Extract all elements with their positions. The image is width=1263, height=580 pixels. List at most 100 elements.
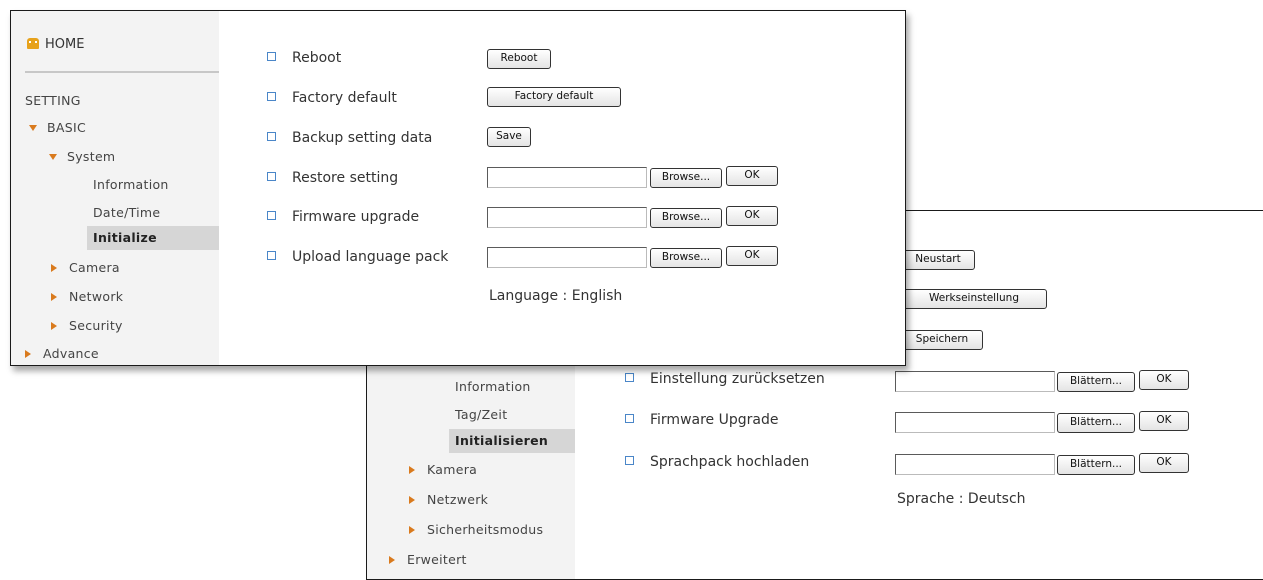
sidebar-item-label: Camera [69,260,120,275]
sidebar-item-date-time[interactable]: Tag/Zeit [455,407,507,422]
expand-arrow-icon [389,556,395,564]
expand-arrow-icon [51,293,57,301]
row-label-text: Restore setting [292,170,399,186]
firmware-browse-button[interactable]: Blättern... [1057,413,1135,433]
bullet-icon [267,52,276,61]
collapse-arrow-icon [29,125,37,131]
bullet-icon [625,414,634,423]
reboot-button[interactable]: Reboot [487,49,551,69]
row-label-text: Factory default [292,90,397,106]
sidebar-item-label: Advance [43,346,99,361]
sidebar-item-information[interactable]: Information [455,379,531,394]
english-settings-panel: HOME SETTING BASIC System Information Da… [10,10,906,366]
sidebar-section-setting: SETTING [25,93,81,108]
collapse-arrow-icon [49,154,57,160]
restore-browse-button[interactable]: Browse... [650,168,722,188]
language-pack-label: Sprachpack hochladen [625,454,809,470]
sidebar-item-label: Security [69,318,123,333]
sidebar-item-basic[interactable]: BASIC [29,120,86,135]
sidebar-item-camera[interactable]: Kamera [409,462,477,477]
section-label: SETTING [25,93,81,108]
sidebar-item-label: System [67,149,116,164]
bullet-icon [267,211,276,220]
sidebar-item-date-time[interactable]: Date/Time [93,205,160,220]
divider [25,71,219,73]
bullet-icon [625,373,634,382]
sidebar-item-label: BASIC [47,120,86,135]
language-pack-browse-button[interactable]: Browse... [650,248,722,268]
sidebar-item-initialize[interactable]: Initialize [87,226,221,250]
expand-arrow-icon [51,264,57,272]
bullet-icon [267,92,276,101]
firmware-ok-button[interactable]: OK [1139,411,1189,431]
sidebar-item-advance[interactable]: Advance [25,346,99,361]
restore-file-input[interactable] [487,167,647,188]
row-label-text: Upload language pack [292,249,449,265]
firmware-file-input[interactable] [487,207,647,228]
sidebar-item-label: Information [93,177,169,192]
sidebar-item-information[interactable]: Information [93,177,169,192]
sidebar-item-network[interactable]: Network [51,289,123,304]
sidebar-item-label: Netzwerk [427,492,489,507]
restore-ok-button[interactable]: OK [726,166,778,186]
row-label-text: Sprachpack hochladen [650,454,810,470]
language-pack-file-input[interactable] [487,247,647,268]
reboot-label: Reboot [267,50,341,66]
home-link[interactable]: HOME [27,37,84,52]
firmware-browse-button[interactable]: Browse... [650,208,722,228]
home-label: HOME [45,37,85,52]
sidebar-item-security[interactable]: Sicherheitsmodus [409,522,543,537]
language-pack-ok-button[interactable]: OK [726,246,778,266]
expand-arrow-icon [409,496,415,504]
restore-ok-button[interactable]: OK [1139,370,1189,390]
sidebar-item-network[interactable]: Netzwerk [409,492,488,507]
restore-setting-label: Einstellung zurücksetzen [625,371,825,387]
language-pack-browse-button[interactable]: Blättern... [1057,455,1135,475]
sidebar-item-system[interactable]: System [49,149,115,164]
expand-arrow-icon [25,350,31,358]
restore-file-input[interactable] [895,371,1055,392]
sidebar-item-camera[interactable]: Camera [51,260,120,275]
sidebar-item-label: Initialisieren [455,433,549,448]
sidebar-item-security[interactable]: Security [51,318,123,333]
current-language: Language : English [489,288,623,304]
restore-browse-button[interactable]: Blättern... [1057,372,1135,392]
expand-arrow-icon [409,526,415,534]
sidebar-item-label: Sicherheitsmodus [427,522,544,537]
current-language: Sprache : Deutsch [897,491,1026,507]
factory-default-button[interactable]: Werkseinstellung [901,289,1047,309]
row-label-text: Firmware upgrade [292,209,420,225]
factory-default-button[interactable]: Factory default [487,87,621,107]
sidebar-item-label: Information [455,379,531,394]
bullet-icon [267,132,276,141]
sidebar-item-initialize[interactable]: Initialisieren [449,429,577,453]
sidebar-item-label: Initialize [93,230,157,245]
expand-arrow-icon [409,466,415,474]
save-button[interactable]: Speichern [901,330,983,350]
row-label-text: Einstellung zurücksetzen [650,371,825,387]
firmware-ok-button[interactable]: OK [726,206,778,226]
language-pack-label: Upload language pack [267,249,448,265]
restore-setting-label: Restore setting [267,170,398,186]
reboot-button[interactable]: Neustart [901,250,975,270]
bullet-icon [267,251,276,260]
expand-arrow-icon [51,322,57,330]
row-label-text: Firmware Upgrade [650,412,779,428]
language-pack-file-input[interactable] [895,454,1055,475]
sidebar-item-advance[interactable]: Erweitert [389,552,467,567]
sidebar-item-label: Network [69,289,124,304]
backup-setting-label: Backup setting data [267,130,432,146]
row-label-text: Backup setting data [292,130,433,146]
home-icon [27,38,39,49]
sidebar-item-label: Kamera [427,462,478,477]
language-pack-ok-button[interactable]: OK [1139,453,1189,473]
firmware-upgrade-label: Firmware Upgrade [625,412,778,428]
firmware-upgrade-label: Firmware upgrade [267,209,419,225]
main-content: Reboot Reboot Factory default Factory de… [219,11,905,365]
save-button[interactable]: Save [487,127,531,147]
row-label-text: Reboot [292,50,342,66]
firmware-file-input[interactable] [895,412,1055,433]
sidebar-item-label: Erweitert [407,552,467,567]
sidebar-item-label: Date/Time [93,205,161,220]
bullet-icon [625,456,634,465]
